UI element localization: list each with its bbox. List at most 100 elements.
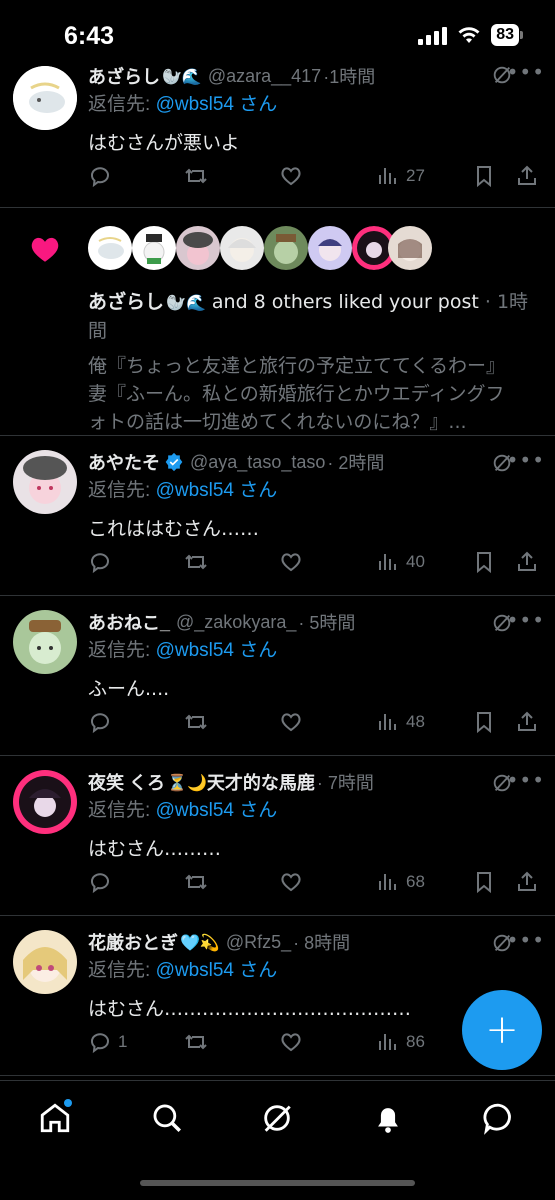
author-name[interactable]: 夜笑 くろ (88, 769, 165, 795)
liked-post-preview[interactable]: 俺『ちょっと友達と旅行の予定立ててくるわー』 妻『ふーん。私との新婚旅行とかウエ… (88, 352, 535, 436)
reply-post[interactable]: あやたそ @aya_taso_taso · 2時間 返信先: @wbsl54 さ… (0, 436, 555, 596)
author-handle[interactable]: @aya_taso_taso (190, 452, 325, 473)
retweet-button[interactable] (184, 870, 208, 894)
views-button[interactable]: 40 (376, 550, 425, 574)
more-options-icon[interactable]: ••• (507, 608, 545, 632)
retweet-button[interactable] (184, 550, 208, 574)
author-name[interactable]: 花厳おとぎ (88, 929, 178, 955)
reply-count: 1 (118, 1032, 128, 1051)
author-name[interactable]: あおねこ_ (88, 609, 170, 635)
reply-mention-link[interactable]: @wbsl54 さん (156, 800, 278, 821)
heart-outline-icon (281, 167, 301, 186)
avatar[interactable] (13, 610, 77, 674)
more-options-icon[interactable]: ••• (507, 768, 545, 792)
liker-avatar[interactable] (176, 226, 220, 270)
share-button[interactable] (515, 710, 539, 734)
author-name[interactable]: あやたそ (88, 449, 160, 475)
like-button[interactable] (279, 870, 303, 894)
author-handle[interactable]: @Rfz5_ (226, 932, 291, 953)
share-button[interactable] (515, 164, 539, 188)
grok-nav-icon[interactable] (260, 1101, 294, 1135)
reply-button[interactable] (88, 550, 118, 574)
bookmark-button[interactable] (472, 164, 496, 188)
liked-summary: あざらし 🦭🌊 and 8 others liked your post · 1時… (88, 288, 535, 345)
retweet-button[interactable] (184, 1030, 208, 1054)
battery-indicator: 83 (491, 24, 523, 46)
retweet-button[interactable] (184, 710, 208, 734)
notifications-feed: あざらし 🦭🌊 @azara__417 ·1時間 返信先: @wbsl54 さん… (0, 58, 555, 1076)
reply-icon (91, 1033, 109, 1054)
action-bar: 27 (88, 164, 541, 194)
liked-notification[interactable]: あざらし 🦭🌊 and 8 others liked your post · 1時… (0, 208, 555, 436)
view-count: 86 (406, 1032, 425, 1051)
share-button[interactable] (515, 870, 539, 894)
reply-post[interactable]: あざらし 🦭🌊 @azara__417 ·1時間 返信先: @wbsl54 さん… (0, 58, 555, 208)
avatar[interactable] (13, 770, 77, 834)
post-time: · 7時間 (316, 773, 374, 793)
author-name-suffix[interactable]: 天才的な馬鹿 (207, 769, 315, 795)
more-options-icon[interactable]: ••• (507, 448, 545, 472)
reply-button[interactable] (88, 164, 118, 188)
share-button[interactable] (515, 550, 539, 574)
reply-icon (91, 713, 109, 734)
reply-post[interactable]: 夜笑 くろ ⏳🌙 天才的な馬鹿 · 7時間 返信先: @wbsl54 さん はむ… (0, 756, 555, 916)
author-name[interactable]: あざらし (88, 63, 160, 89)
retweet-icon (185, 554, 207, 570)
views-button[interactable]: 68 (376, 870, 425, 894)
search-icon[interactable] (150, 1101, 184, 1135)
views-button[interactable]: 86 (376, 1030, 425, 1054)
like-button[interactable] (279, 710, 303, 734)
liker-avatar[interactable] (388, 226, 432, 270)
action-bar: 40 (88, 550, 541, 580)
like-button[interactable] (279, 550, 303, 574)
views-icon (379, 1034, 396, 1050)
action-bar: 48 (88, 710, 541, 740)
reply-post[interactable]: あおねこ_ @_zakokyara_ · 5時間 返信先: @wbsl54 さん… (0, 596, 555, 756)
liker-avatar[interactable] (132, 226, 176, 270)
bookmark-button[interactable] (472, 710, 496, 734)
liker-avatar[interactable] (88, 226, 132, 270)
avatar[interactable] (13, 450, 77, 514)
like-button[interactable] (279, 164, 303, 188)
views-button[interactable]: 48 (376, 710, 425, 734)
like-button[interactable] (279, 1030, 303, 1054)
post-time: · 5時間 (298, 613, 356, 633)
post-text: はむさん……… (88, 838, 222, 860)
views-button[interactable]: 27 (376, 164, 425, 188)
post-time: · 2時間 (327, 453, 385, 473)
bookmark-button[interactable] (472, 870, 496, 894)
author-emojis: ⏳🌙 (167, 772, 207, 792)
messages-icon[interactable] (482, 1101, 516, 1135)
bookmark-button[interactable] (472, 550, 496, 574)
avatar[interactable] (13, 930, 77, 994)
home-indicator (140, 1180, 415, 1186)
reply-button[interactable]: 1 (88, 1030, 127, 1054)
preview-line: ォトの話は一切進めてくれないのにね？』... (88, 411, 467, 433)
compose-button[interactable]: + (462, 990, 542, 1070)
cellular-signal-icon (418, 25, 448, 45)
avatar[interactable] (13, 66, 77, 130)
notifications-bell-icon[interactable] (371, 1101, 405, 1135)
reply-mention-link[interactable]: @wbsl54 さん (156, 960, 278, 981)
reply-mention-link[interactable]: @wbsl54 さん (156, 94, 278, 115)
author-handle[interactable]: @_zakokyara_ (176, 612, 296, 633)
liker-avatar[interactable] (264, 226, 308, 270)
more-options-icon[interactable]: ••• (507, 60, 545, 84)
post-text: ふーん.... (88, 678, 170, 700)
reply-button[interactable] (88, 870, 118, 894)
liker-avatar[interactable] (308, 226, 352, 270)
liker-name[interactable]: あざらし (88, 292, 164, 313)
reply-mention-link[interactable]: @wbsl54 さん (156, 640, 278, 661)
author-handle[interactable]: @azara__417 (208, 66, 321, 87)
retweet-button[interactable] (184, 164, 208, 188)
reply-button[interactable] (88, 710, 118, 734)
bookmark-icon (477, 552, 491, 574)
reply-mention-link[interactable]: @wbsl54 さん (156, 480, 278, 501)
heart-outline-icon (281, 713, 301, 732)
more-options-icon[interactable]: ••• (507, 928, 545, 952)
views-icon (379, 714, 396, 730)
share-icon (518, 165, 536, 185)
retweet-icon (185, 1034, 207, 1050)
liker-avatar[interactable] (220, 226, 264, 270)
liked-suffix: and 8 others liked your post (205, 291, 479, 313)
